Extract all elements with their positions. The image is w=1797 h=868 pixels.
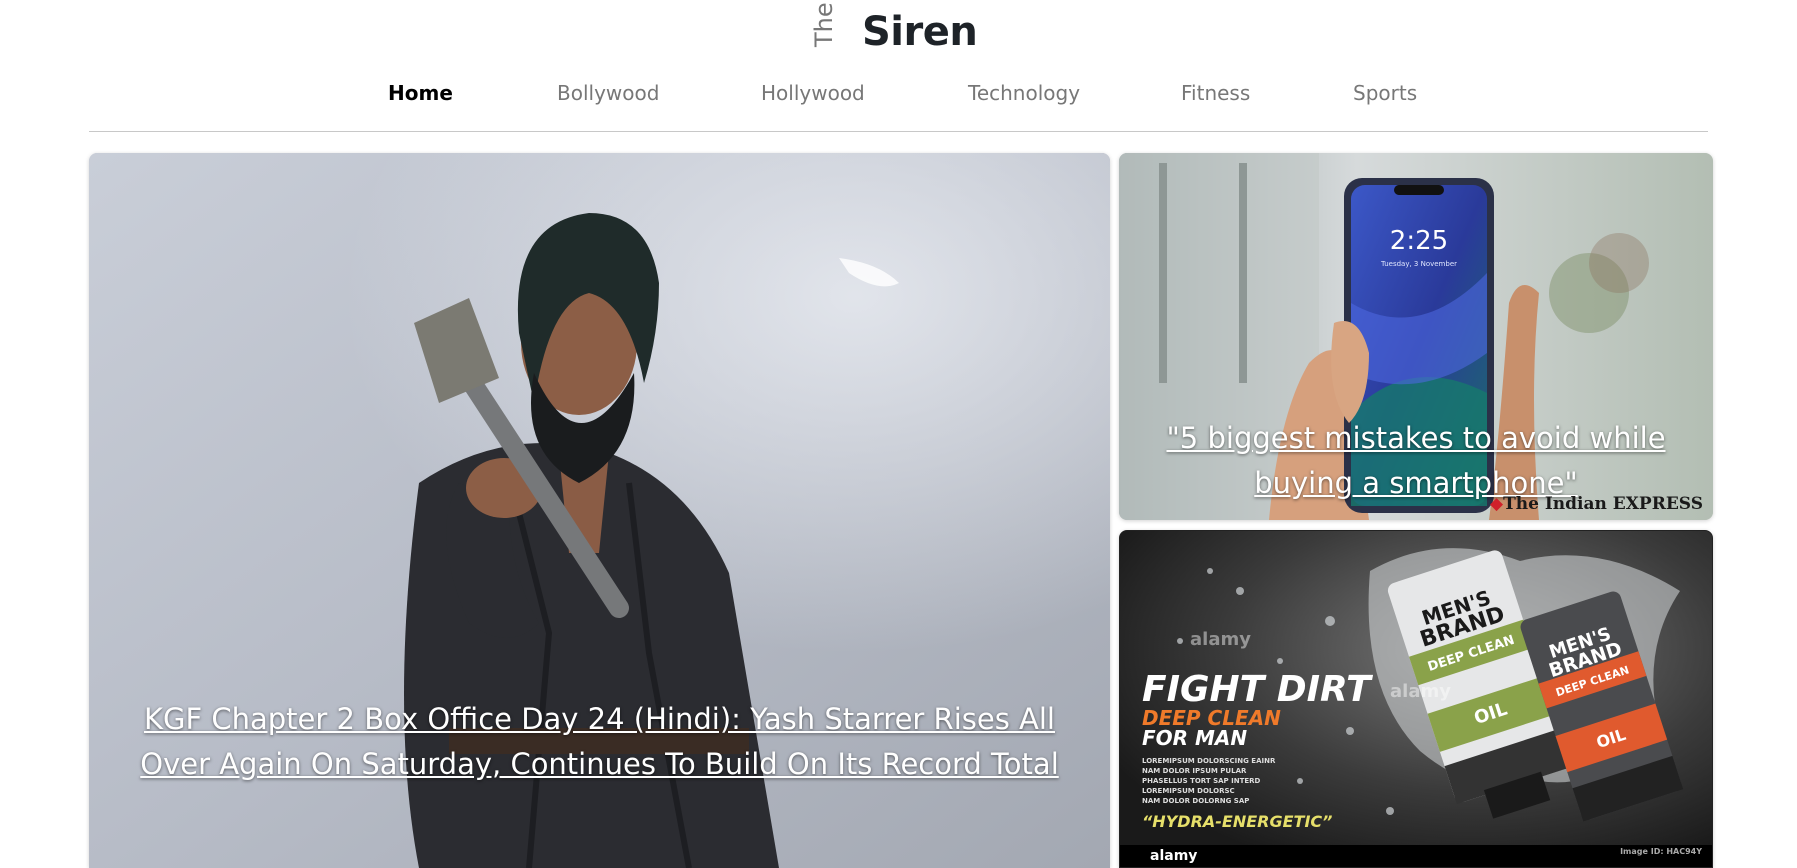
site-header: The Siren Home Bollywood Hollywood Techn… xyxy=(0,0,1797,131)
main-nav: Home Bollywood Hollywood Technology Fitn… xyxy=(0,81,1797,113)
product-line: LOREMIPSUM DOLORSCING EAINR xyxy=(1142,757,1276,765)
logo-name-text: Siren xyxy=(862,9,978,55)
product-line: NAM DOLOR DOLORNG SAP xyxy=(1142,797,1250,805)
phone-screen-time: 2:25 xyxy=(1390,226,1448,256)
product-line: NAM DOLOR IPSUM PULAR xyxy=(1142,767,1247,775)
phone-screen-date: Tuesday, 3 November xyxy=(1380,260,1457,268)
alamy-footer-logo: alamy xyxy=(1150,848,1198,864)
logo-the-text: The xyxy=(810,2,838,47)
featured-article-title[interactable]: KGF Chapter 2 Box Office Day 24 (Hindi):… xyxy=(89,697,1110,787)
alamy-watermark: alamy xyxy=(1390,681,1451,702)
product-lines: LOREMIPSUM DOLORSCING EAINR NAM DOLOR IP… xyxy=(1142,756,1371,806)
alamy-image-id: Image ID: HAC94Y xyxy=(1620,847,1702,856)
nav-home[interactable]: Home xyxy=(388,81,453,105)
nav-bollywood[interactable]: Bollywood xyxy=(557,81,659,105)
product-sub1: DEEP CLEAN xyxy=(1142,706,1281,730)
alamy-footer-bar: alamy Image ID: HAC94Y xyxy=(1120,845,1712,867)
indian-express-mark-icon: ◆ xyxy=(1490,494,1504,514)
product-slogan: “HYDRA-ENERGETIC” xyxy=(1142,812,1333,831)
alamy-watermark: alamy xyxy=(1190,629,1251,650)
nav-fitness[interactable]: Fitness xyxy=(1181,81,1250,105)
featured-article-card[interactable]: KGF Chapter 2 Box Office Day 24 (Hindi):… xyxy=(89,153,1110,868)
nav-sports[interactable]: Sports xyxy=(1353,81,1417,105)
product-sub2: FOR MAN xyxy=(1142,726,1248,750)
nav-hollywood[interactable]: Hollywood xyxy=(761,81,865,105)
indian-express-logo: ◆The Indian EXPRESS xyxy=(1490,494,1703,514)
smartphone-article-card[interactable]: 2:25 Tuesday, 3 November "5 biggest mist… xyxy=(1119,153,1713,520)
product-line: LOREMIPSUM DOLORSC xyxy=(1142,787,1235,795)
indian-express-text: The Indian EXPRESS xyxy=(1503,494,1703,514)
smartphone-article-title[interactable]: "5 biggest mistakes to avoid while buyin… xyxy=(1119,416,1713,506)
site-logo[interactable]: The Siren xyxy=(810,2,978,60)
fitness-product-card[interactable]: MEN'S BRAND DEEP CLEAN OIL MEN'S BRAND D… xyxy=(1119,530,1713,868)
product-line: PHASELLUS TORT SAP INTERD xyxy=(1142,777,1261,785)
header-divider xyxy=(89,131,1708,132)
product-ad-text: FIGHT DIRT DEEP CLEAN FOR MAN LOREMIPSUM… xyxy=(1142,669,1371,832)
nav-technology[interactable]: Technology xyxy=(968,81,1080,105)
product-headline: FIGHT DIRT xyxy=(1142,669,1371,710)
